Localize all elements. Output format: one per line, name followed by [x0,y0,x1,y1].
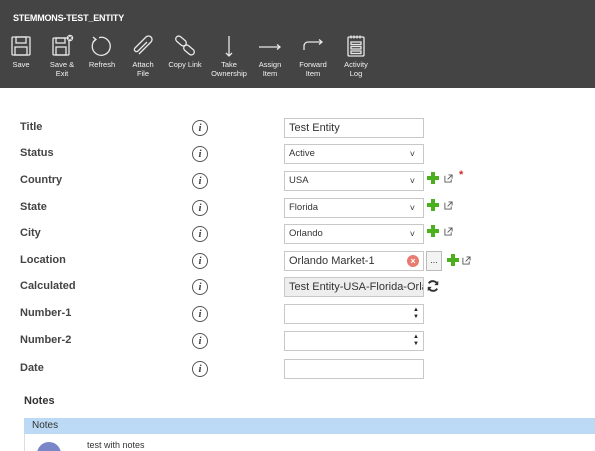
chevron-down-icon: ˅ [409,203,415,213]
state-select[interactable]: Florida ˅ [284,198,424,218]
save-exit-button[interactable]: Save & Exit [46,32,78,86]
external-link-icon[interactable] [462,256,471,265]
notes-heading: Notes [24,395,55,407]
form-row-number1: Number-1 i ▲ ▼ [0,304,595,326]
clear-icon[interactable]: × [407,255,419,267]
activity-log-label: Activity Log [344,60,368,78]
number1-input[interactable]: ▲ ▼ [284,304,424,324]
title-input[interactable]: Test Entity [284,118,424,138]
form-row-city: City i Orlando ˅ [0,224,595,246]
save-button[interactable]: Save [6,32,36,86]
info-icon[interactable]: i [192,120,208,136]
location-label: Location [20,254,66,266]
form-row-calculated: Calculated i Test Entity-USA-Florida-Orl… [0,277,595,299]
info-icon[interactable]: i [192,306,208,322]
link-icon [170,32,200,60]
info-icon[interactable]: i [192,361,208,377]
add-icon[interactable] [427,172,439,184]
add-icon[interactable] [447,254,459,266]
chevron-down-icon: ˅ [409,176,415,186]
date-input[interactable] [284,359,424,379]
form-row-state: State i Florida ˅ [0,198,595,220]
city-value: Orlando [289,228,323,239]
recalculate-icon[interactable] [426,279,440,293]
toolbar: STEMMONS-TEST_ENTITY Save Save & Exit Re… [0,0,595,88]
arrow-right-icon [255,32,285,60]
take-ownership-button[interactable]: Take Ownership [209,32,249,86]
info-icon[interactable]: i [192,173,208,189]
calculated-field: Test Entity-USA-Florida-Orlando [284,277,424,297]
forward-item-button[interactable]: Forward Item [296,32,330,86]
chevron-down-icon: ˅ [409,229,415,239]
arrow-down-icon [214,32,244,60]
paperclip-icon [128,32,158,60]
save-icon [6,32,36,60]
location-value: Orlando Market-1 [289,255,375,267]
copy-link-label: Copy Link [168,60,202,69]
info-icon[interactable]: i [192,333,208,349]
title-label: Title [20,121,43,133]
forward-arrow-icon [298,32,328,60]
external-link-icon[interactable] [444,201,453,210]
chevron-down-icon: ˅ [409,149,415,159]
country-label: Country [20,174,63,186]
refresh-icon [87,32,117,60]
form-row-status: Status i Active ˅ [0,144,595,166]
external-link-icon[interactable] [444,174,453,183]
copy-link-button[interactable]: Copy Link [165,32,205,86]
refresh-button[interactable]: Refresh [86,32,118,86]
country-select[interactable]: USA ˅ [284,171,424,191]
city-select[interactable]: Orlando ˅ [284,224,424,244]
info-icon[interactable]: i [192,200,208,216]
save-exit-icon [47,32,77,60]
attach-file-button[interactable]: Attach File [128,32,158,86]
required-indicator: * [459,169,464,181]
status-select[interactable]: Active ˅ [284,144,424,164]
avatar [37,442,61,451]
info-icon[interactable]: i [192,146,208,162]
city-label: City [20,227,41,239]
form-row-country: Country i USA ˅ * [0,169,595,193]
number1-stepper[interactable]: ▲ ▼ [413,307,419,321]
assign-item-label: Assign Item [258,60,282,78]
form-row-title: Title i Test Entity [0,118,595,140]
save-label: Save [12,60,30,69]
state-label: State [20,201,47,213]
notes-table-header: Notes [24,418,595,434]
activity-log-button[interactable]: Activity Log [340,32,372,86]
window-title: STEMMONS-TEST_ENTITY [13,13,125,23]
log-icon [341,32,371,60]
location-input[interactable]: Orlando Market-1 × [284,251,424,271]
add-icon[interactable] [427,199,439,211]
info-icon[interactable]: i [192,226,208,242]
date-label: Date [20,362,44,374]
note-text: test with notes [87,440,145,450]
status-value: Active [289,148,315,159]
country-value: USA [289,175,309,186]
info-icon[interactable]: i [192,253,208,269]
number1-label: Number-1 [20,307,72,319]
form-row-date: Date i [0,359,595,381]
add-icon[interactable] [427,225,439,237]
form-row-location: Location i Orlando Market-1 × ... [0,251,595,273]
attach-file-label: Attach File [132,60,154,78]
number2-input[interactable]: ▲ ▼ [284,331,424,351]
calculated-label: Calculated [20,280,76,292]
number2-label: Number-2 [20,334,72,346]
info-icon[interactable]: i [192,279,208,295]
number2-stepper[interactable]: ▲ ▼ [413,334,419,348]
take-ownership-label: Take Ownership [211,60,247,78]
refresh-label: Refresh [88,60,116,69]
form-row-number2: Number-2 i ▲ ▼ [0,331,595,353]
browse-button[interactable]: ... [426,251,442,271]
state-value: Florida [289,202,319,213]
forward-item-label: Forward Item [299,60,327,78]
external-link-icon[interactable] [444,227,453,236]
save-exit-label: Save & Exit [49,60,75,78]
assign-item-button[interactable]: Assign Item [254,32,286,86]
notes-list: test with notes [24,434,595,451]
status-label: Status [20,147,54,159]
